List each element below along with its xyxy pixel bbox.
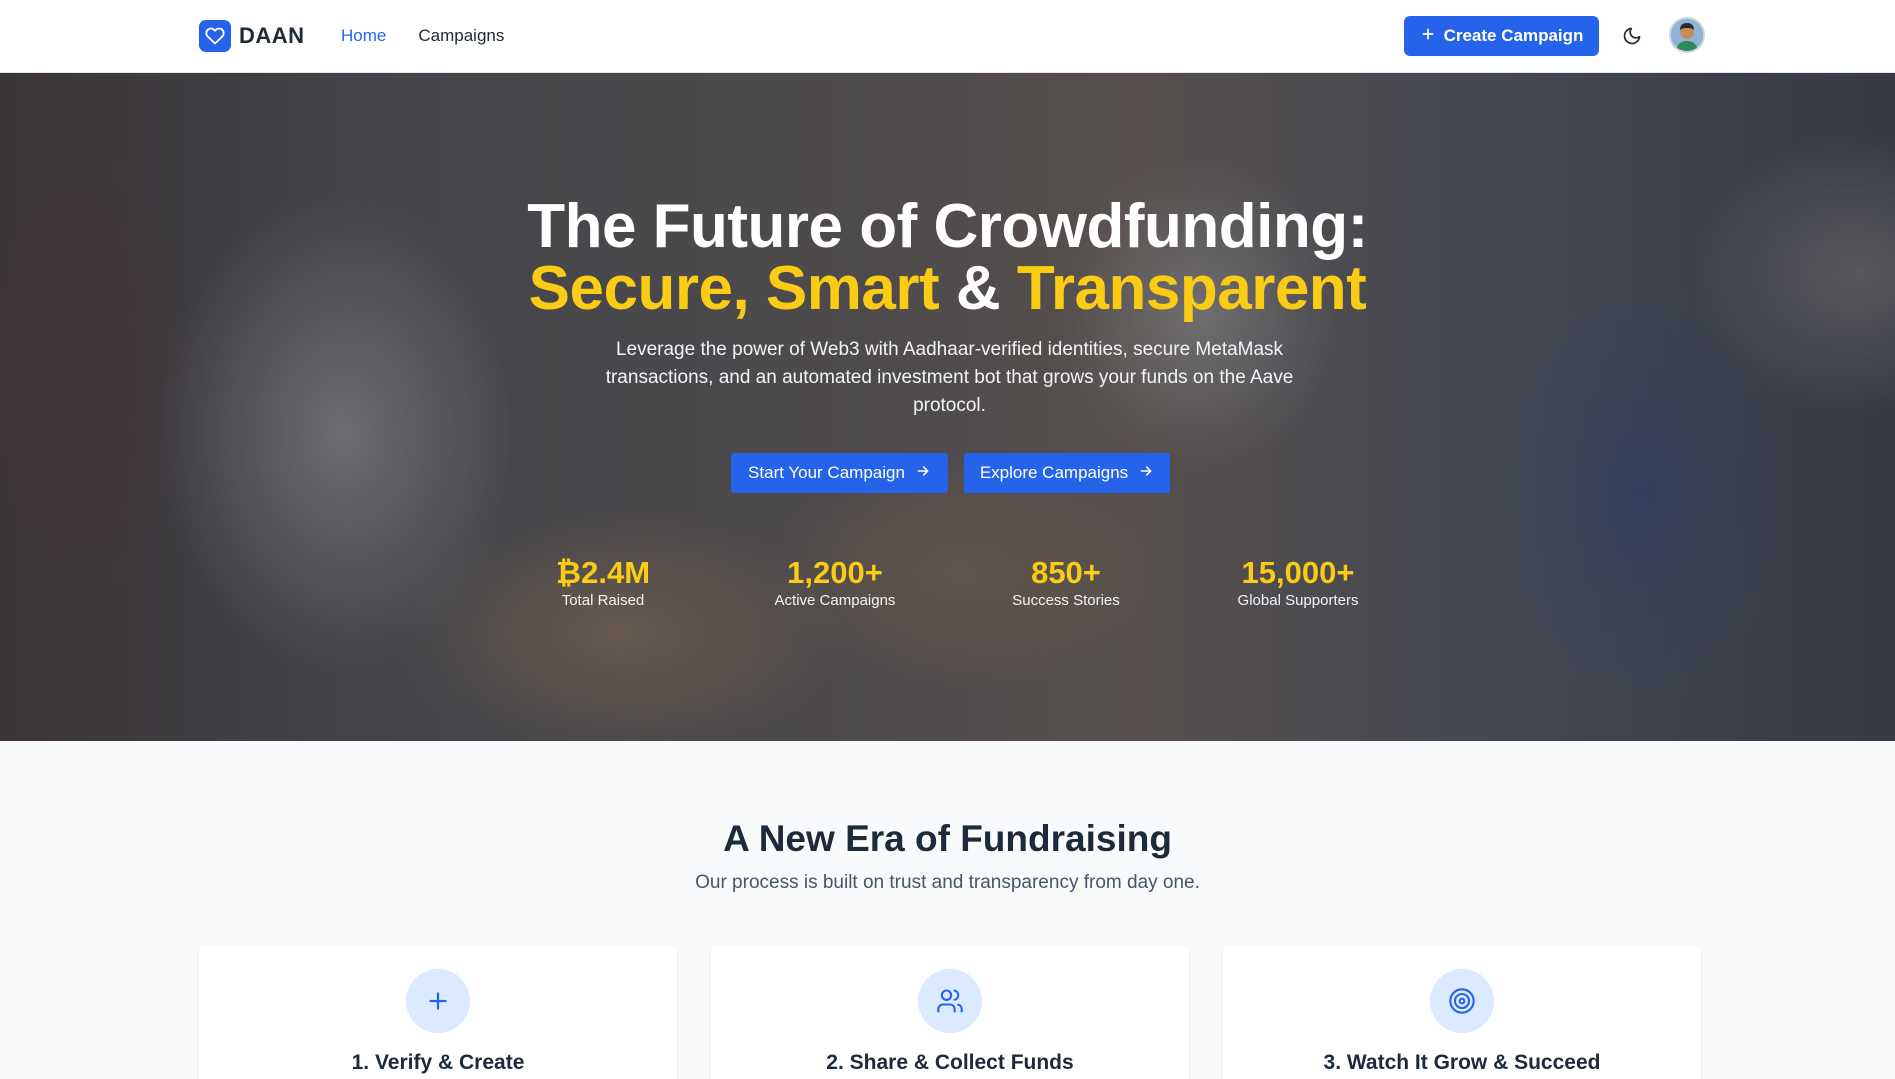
stat-label: Global Supporters — [1237, 592, 1359, 609]
stat-active-campaigns: 1,200+ Active Campaigns — [735, 555, 935, 610]
brand[interactable]: DAAN — [199, 20, 305, 52]
create-campaign-button[interactable]: Create Campaign — [1404, 16, 1599, 56]
start-campaign-label: Start Your Campaign — [748, 463, 905, 482]
hero-section: The Future of Crowdfunding: Secure, Smar… — [0, 73, 1895, 741]
stat-success-stories: 850+ Success Stories — [966, 555, 1166, 610]
explore-campaigns-button[interactable]: Explore Campaigns — [964, 453, 1170, 493]
heart-logo-icon — [199, 20, 231, 52]
arrow-right-icon — [1138, 463, 1154, 484]
explore-campaigns-label: Explore Campaigns — [979, 463, 1129, 482]
hero-title: The Future of Crowdfunding: Secure, Smar… — [0, 196, 1895, 320]
hero-title-line1: The Future of Crowdfunding: — [527, 192, 1368, 261]
users-icon — [918, 969, 982, 1033]
nav-links: Home Campaigns — [341, 26, 504, 46]
feature-card-title: 3. Watch It Grow & Succeed — [1323, 1051, 1601, 1074]
start-campaign-button[interactable]: Start Your Campaign — [731, 453, 948, 493]
feature-card-share: 2. Share & Collect Funds — [711, 946, 1189, 1079]
nav-link-campaigns[interactable]: Campaigns — [418, 26, 504, 46]
brand-name: DAAN — [239, 23, 305, 48]
stat-label: Total Raised — [561, 592, 645, 609]
stat-label: Active Campaigns — [774, 592, 896, 609]
nav-link-home[interactable]: Home — [341, 26, 386, 46]
arrow-right-icon — [915, 463, 931, 484]
stat-value: 1,200+ — [787, 555, 883, 590]
hero-title-transparent: Transparent — [1016, 254, 1367, 323]
feature-card-grow: 3. Watch It Grow & Succeed — [1223, 946, 1701, 1079]
navbar: DAAN Home Campaigns Create Campaign — [0, 0, 1895, 73]
stat-value: ₿2.4M — [555, 555, 651, 590]
hero-subtitle: Leverage the power of Web3 with Aadhaar-… — [605, 339, 1294, 416]
feature-card-title: 1. Verify & Create — [351, 1051, 525, 1074]
plus-icon — [1420, 26, 1436, 47]
stat-value: 850+ — [1031, 555, 1101, 590]
plus-icon — [406, 969, 470, 1033]
avatar[interactable] — [1669, 17, 1705, 53]
stat-value: 15,000+ — [1241, 555, 1355, 590]
section-title: A New Era of Fundraising — [723, 818, 1172, 859]
hero-title-smart: Smart — [765, 254, 940, 323]
stat-label: Success Stories — [1012, 592, 1120, 609]
moon-icon[interactable] — [1620, 24, 1644, 48]
feature-card-title: 2. Share & Collect Funds — [826, 1051, 1074, 1074]
stat-global-supporters: 15,000+ Global Supporters — [1198, 555, 1398, 610]
hero-title-amp: & — [955, 254, 1001, 323]
section-subtitle: Our process is built on trust and transp… — [695, 872, 1200, 893]
hero-title-secure: Secure, — [528, 254, 750, 323]
target-icon — [1430, 969, 1494, 1033]
stat-total-raised: ₿2.4M Total Raised — [503, 555, 703, 610]
create-campaign-label: Create Campaign — [1443, 26, 1584, 45]
feature-card-verify: 1. Verify & Create — [199, 946, 677, 1079]
